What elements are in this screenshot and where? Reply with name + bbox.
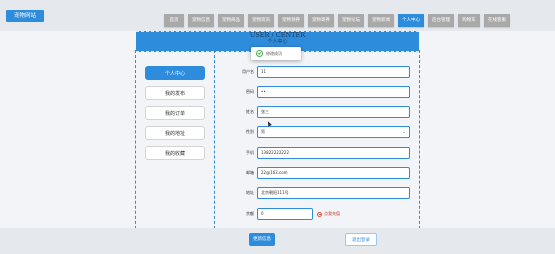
username-label: 用户名 [242,69,254,74]
balance-label: 余额 [246,211,254,216]
name-field[interactable]: 张三 [257,106,410,118]
nav-pet-adoption[interactable]: 宠物领养 [278,14,304,27]
address-row: 地址 北京朝阳111号 [232,187,432,199]
sidebar-item-my-favorites[interactable]: 我的收藏 [145,146,205,160]
nav-user-center[interactable]: 个人中心 [398,14,424,27]
password-row: 密码 •• [232,86,432,98]
username-row: 用户名 11 [232,66,432,78]
site-logo[interactable]: 宠物网站 [6,10,44,22]
success-toast: 修改成功 [251,47,301,60]
phone-label: 手机 [246,150,254,155]
gender-label: 性别 [246,129,254,134]
username-field[interactable]: 11 [257,66,410,78]
chevron-down-icon: ⌄ [401,129,406,135]
nav-home[interactable]: 首页 [164,14,184,27]
sidebar-divider [214,50,215,254]
name-row: 姓名 张三 [232,106,432,118]
main-nav: 首页 宠物信息 宠物商品 宠物资讯 宠物领养 宠物寄养 宠物论坛 宠物新闻 个人… [164,14,510,27]
nav-cart[interactable]: 购物车 [458,14,480,27]
nav-pet-boarding[interactable]: 宠物寄养 [308,14,334,27]
nav-pet-info[interactable]: 宠物信息 [188,14,214,27]
password-label: 密码 [246,89,254,94]
recharge-radio-icon [317,211,322,217]
footer-bar [0,228,555,254]
recharge-label: 点我充值 [324,211,340,216]
page-subtitle: 个人中心 [267,39,288,45]
address-field[interactable]: 北京朝阳111号 [257,187,410,199]
recharge-link[interactable]: 点我充值 [317,209,340,219]
password-field[interactable]: •• [257,86,410,98]
user-sidebar: 个人中心 我的发布 我的订单 我的地址 我的收藏 [145,66,205,166]
left-divider [135,50,136,254]
gender-row: 性别 男 ⌄ [232,126,432,138]
gender-value: 男 [261,129,265,134]
top-navigation-bar: 宠物网站 首页 宠物信息 宠物商品 宠物资讯 宠物领养 宠物寄养 宠物论坛 宠物… [0,0,555,31]
phone-field[interactable]: 13822222222 [257,147,410,159]
sidebar-item-my-orders[interactable]: 我的订单 [145,106,205,120]
toast-message: 修改成功 [266,51,282,56]
email-label: 邮箱 [246,170,254,175]
update-info-button[interactable]: 更新信息 [249,233,275,246]
nav-pet-news[interactable]: 宠物新闻 [368,14,394,27]
nav-admin[interactable]: 后台管理 [428,14,454,27]
nav-pet-forum[interactable]: 宠物论坛 [338,14,364,27]
balance-field[interactable]: 0 [257,208,313,220]
address-label: 地址 [246,190,254,195]
logout-button[interactable]: 退出登录 [345,233,377,246]
nav-pet-products[interactable]: 宠物商品 [218,14,244,27]
gender-select[interactable]: 男 ⌄ [257,126,410,138]
sidebar-item-user-center[interactable]: 个人中心 [145,66,205,80]
sidebar-item-my-address[interactable]: 我的地址 [145,126,205,140]
email-field[interactable]: 22@163.com [257,167,410,179]
nav-online-service[interactable]: 在线客服 [484,14,510,27]
check-circle-icon [256,49,263,57]
name-label: 姓名 [246,109,254,114]
phone-row: 手机 13822222222 [232,147,432,159]
email-row: 邮箱 22@163.com [232,167,432,179]
balance-row: 余额 0 点我充值 [232,208,432,220]
nav-pet-news-info[interactable]: 宠物资讯 [248,14,274,27]
sidebar-item-my-posts[interactable]: 我的发布 [145,86,205,100]
